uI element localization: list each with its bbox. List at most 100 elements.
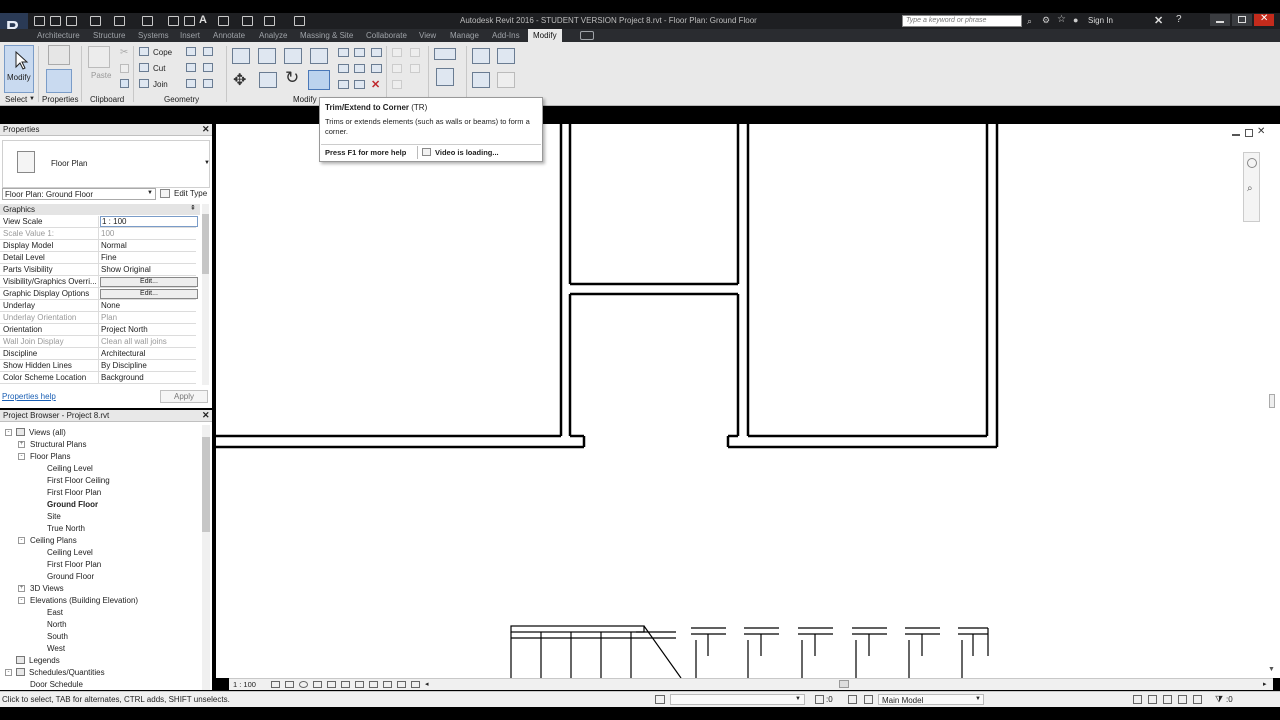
modify-button[interactable]: Modify <box>4 45 34 93</box>
tab-modify[interactable]: Modify <box>528 29 562 42</box>
apply-button[interactable]: Apply <box>160 390 208 403</box>
3d-view-icon[interactable] <box>218 16 229 26</box>
visual-style-icon[interactable] <box>285 681 294 688</box>
pin-icon[interactable] <box>371 48 382 57</box>
cope-icon[interactable] <box>139 47 149 56</box>
exchange-apps-icon[interactable]: ✕ <box>1154 14 1163 27</box>
select-by-face-icon[interactable] <box>1178 695 1187 704</box>
edit-button[interactable]: Edit... <box>100 277 198 287</box>
type-properties-icon[interactable] <box>48 45 70 65</box>
undo-icon[interactable] <box>90 16 101 26</box>
cut-geometry-icon[interactable] <box>139 63 149 72</box>
exclude-options-icon[interactable] <box>864 695 873 704</box>
rotate-icon[interactable]: ↻ <box>285 68 299 88</box>
zoom-icon[interactable]: ⌕ <box>1247 183 1253 194</box>
create-similar-icon[interactable] <box>497 72 515 88</box>
browser-item[interactable]: Ground Floor <box>47 572 94 581</box>
aligned-dimension-ribbon-icon[interactable] <box>434 48 456 60</box>
analytical-model-icon[interactable] <box>397 681 406 688</box>
view-override-icon[interactable] <box>410 48 420 57</box>
split-with-gap-icon[interactable] <box>354 48 365 57</box>
crop-view-icon[interactable] <box>327 681 336 688</box>
worksets-icon[interactable] <box>655 695 665 704</box>
browser-item[interactable]: South <box>47 632 68 641</box>
browser-item[interactable]: Ceiling Plans <box>30 536 77 545</box>
trim-extend-single-icon[interactable] <box>338 80 349 89</box>
sign-in-link[interactable]: Sign In <box>1088 16 1113 25</box>
demolish-icon[interactable] <box>186 79 196 88</box>
offset-icon[interactable] <box>258 48 276 64</box>
filter-icon[interactable]: ⧩ <box>1215 694 1223 705</box>
select-dropdown-icon[interactable]: ▼ <box>29 96 35 102</box>
properties-icon[interactable] <box>46 69 72 93</box>
project-browser-close-icon[interactable]: ✕ <box>202 410 210 421</box>
browser-item[interactable]: 3D Views <box>30 584 64 593</box>
collapse-icon[interactable]: - <box>5 429 12 436</box>
reveal-hidden-icon[interactable] <box>383 681 392 688</box>
properties-close-icon[interactable]: ✕ <box>202 124 210 135</box>
remove-paint-icon[interactable] <box>203 79 213 88</box>
split-face-icon[interactable] <box>203 47 213 56</box>
tab-architecture[interactable]: Architecture <box>37 31 80 40</box>
scrollbar-thumb[interactable] <box>202 214 209 274</box>
browser-item[interactable]: Door Schedule <box>30 680 83 689</box>
view-restore-icon[interactable] <box>1245 129 1253 137</box>
wall-joins-icon[interactable] <box>186 47 196 56</box>
collapse-icon[interactable]: - <box>18 537 25 544</box>
view-templates-icon[interactable] <box>392 80 402 89</box>
cut-label[interactable]: Cut <box>153 64 165 73</box>
search-input[interactable]: Type a keyword or phrase <box>902 15 1022 27</box>
scroll-left-icon[interactable]: ◂ <box>425 680 429 688</box>
property-row[interactable]: View Scale 1 : 100 <box>0 216 198 228</box>
drag-elements-icon[interactable] <box>1193 695 1202 704</box>
view-filter-icon[interactable] <box>410 64 420 73</box>
collapse-icon[interactable]: - <box>18 597 25 604</box>
scrollbar-thumb[interactable] <box>202 437 210 532</box>
view-minimize-icon[interactable] <box>1232 130 1240 136</box>
property-row[interactable]: Wall Join Display Clean all wall joins <box>0 336 196 348</box>
browser-item[interactable]: Ceiling Level <box>47 548 93 557</box>
move-icon[interactable]: ✥ <box>233 70 246 90</box>
editable-only-icon[interactable] <box>815 695 824 704</box>
property-row[interactable]: Underlay Orientation Plan <box>0 312 196 324</box>
align-icon[interactable] <box>232 48 250 64</box>
save-icon[interactable] <box>50 16 61 26</box>
browser-item[interactable]: True North <box>47 524 85 533</box>
tab-add-ins[interactable]: Add-Ins <box>492 31 520 40</box>
ribbon-minimize-icon[interactable] <box>580 31 594 40</box>
select-panel-label[interactable]: Select <box>5 95 27 104</box>
browser-item[interactable]: Ceiling Level <box>47 464 93 473</box>
help-icon[interactable]: ? <box>1176 14 1182 25</box>
unlocked-3d-icon[interactable] <box>355 681 364 688</box>
cut-clipboard-icon[interactable]: ✂ <box>120 47 128 58</box>
aligned-dimension-icon[interactable] <box>168 16 179 26</box>
steering-wheel-icon[interactable] <box>1247 158 1257 168</box>
scroll-right-icon[interactable]: ▸ <box>1263 680 1267 688</box>
scroll-down-icon[interactable]: ▼ <box>1268 666 1275 673</box>
floor-plan-drawing[interactable] <box>216 124 1280 679</box>
scale-icon[interactable] <box>354 64 365 73</box>
tab-analyze[interactable]: Analyze <box>259 31 287 40</box>
horizontal-scroll-thumb[interactable] <box>839 680 849 688</box>
select-underlay-icon[interactable] <box>1148 695 1157 704</box>
tab-annotate[interactable]: Annotate <box>213 31 245 40</box>
sun-path-icon[interactable] <box>299 681 308 688</box>
properties-scrollbar[interactable] <box>202 204 209 385</box>
close-button[interactable]: ✕ <box>1254 13 1274 26</box>
workset-select[interactable]: ▼ <box>670 694 805 705</box>
mirror-pick-axis-icon[interactable] <box>284 48 302 64</box>
tab-systems[interactable]: Systems <box>138 31 169 40</box>
expand-icon[interactable]: + <box>18 441 25 448</box>
redo-icon[interactable] <box>114 16 125 26</box>
user-icon[interactable]: ● <box>1073 15 1078 25</box>
tag-icon[interactable] <box>184 16 195 26</box>
thin-lines-icon[interactable] <box>264 16 275 26</box>
sections-icon[interactable] <box>242 16 253 26</box>
design-options-icon[interactable] <box>848 695 857 704</box>
tab-collaborate[interactable]: Collaborate <box>366 31 407 40</box>
shadows-icon[interactable] <box>313 681 322 688</box>
array-icon[interactable] <box>338 64 349 73</box>
drawing-area[interactable]: ✕ ⌕ ▼ <box>216 124 1280 679</box>
create-group-icon[interactable] <box>472 72 490 88</box>
highlight-displacement-icon[interactable] <box>411 681 420 688</box>
